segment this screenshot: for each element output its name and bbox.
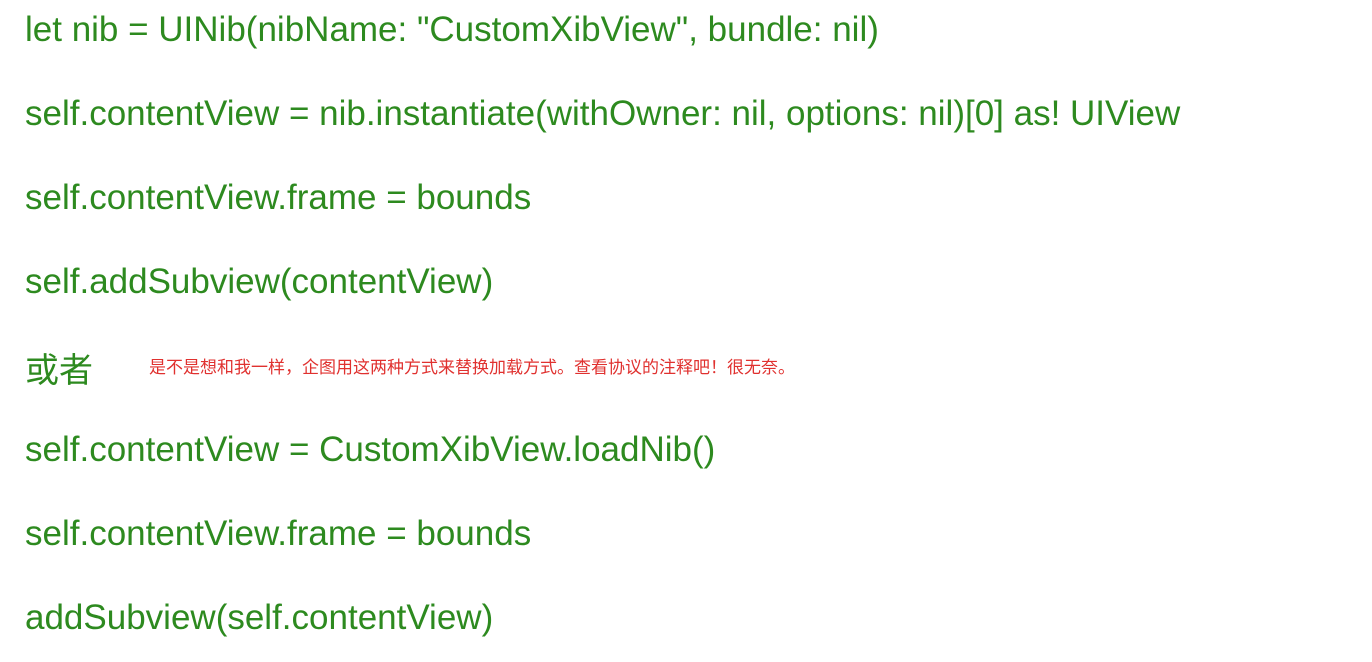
code-line-frame-bounds: self.contentView.frame = bounds [25, 178, 532, 217]
annotation-note: 是不是想和我一样，企图用这两种方式来替换加载方式。查看协议的注释吧！很无奈。 [149, 358, 795, 378]
code-line-uinib: let nib = UINib(nibName: "CustomXibView"… [25, 10, 879, 49]
code-line-add-subview: self.addSubview(contentView) [25, 262, 494, 301]
or-label-row: 或者 [25, 343, 93, 392]
code-line-instantiate: self.contentView = nib.instantiate(withO… [25, 94, 1181, 133]
code-line-load-nib: self.contentView = CustomXibView.loadNib… [25, 430, 716, 469]
or-label: 或者 [25, 351, 93, 391]
code-line-frame-bounds-2: self.contentView.frame = bounds [25, 514, 532, 553]
code-line-add-subview-2: addSubview(self.contentView) [25, 598, 494, 637]
